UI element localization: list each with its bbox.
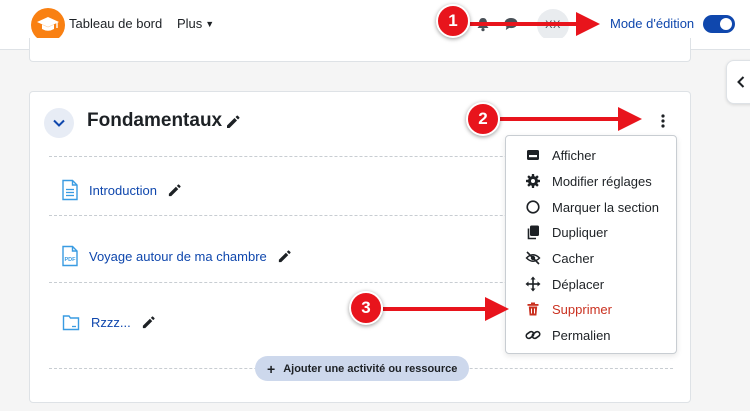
menu-item-label: Dupliquer <box>552 225 608 240</box>
kebab-menu-icon <box>661 114 665 128</box>
moodle-logo-icon[interactable] <box>31 8 65 42</box>
menu-item-label: Cacher <box>552 251 594 266</box>
bell-icon[interactable] <box>475 16 491 32</box>
display-icon <box>527 150 539 160</box>
activity-link[interactable]: Introduction <box>89 183 157 198</box>
add-activity-button[interactable]: + Ajouter une activité ou ressource <box>255 356 470 381</box>
previous-section-card <box>29 38 691 62</box>
menu-item-label: Modifier réglages <box>552 174 652 189</box>
activity-item[interactable]: Introduction <box>61 179 182 201</box>
menu-item-afficher[interactable]: Afficher <box>506 143 676 167</box>
eye-slash-icon <box>525 251 541 265</box>
menu-item-label: Marquer la section <box>552 200 659 215</box>
collapse-section-button[interactable] <box>44 108 74 138</box>
activity-link[interactable]: Voyage autour de ma chambre <box>89 249 267 264</box>
chevron-down-icon: ▼ <box>205 19 215 29</box>
chevron-down-icon <box>53 119 65 127</box>
menu-item-label: Permalien <box>552 328 611 343</box>
menu-item-deplacer[interactable]: Déplacer <box>506 272 676 296</box>
dashboard-link[interactable]: Tableau de bord <box>69 16 162 31</box>
add-activity-label: Ajouter une activité ou ressource <box>283 362 458 375</box>
svg-text:PDF: PDF <box>65 257 77 263</box>
move-icon <box>525 276 541 292</box>
page-icon <box>62 179 78 201</box>
menu-item-dupliquer[interactable]: Dupliquer <box>506 220 676 244</box>
open-drawer-button[interactable] <box>726 60 750 104</box>
edit-mode-toggle[interactable] <box>703 15 735 33</box>
link-icon <box>525 330 541 340</box>
menu-item-cacher[interactable]: Cacher <box>506 246 676 270</box>
edit-name-pencil-icon[interactable] <box>167 183 182 198</box>
activity-item[interactable]: Rzzz... <box>61 311 156 333</box>
edit-name-pencil-icon[interactable] <box>141 315 156 330</box>
edit-title-pencil-icon[interactable] <box>225 114 241 130</box>
more-menu[interactable]: Plus ▼ <box>177 16 214 31</box>
annotation-badge-3: 3 <box>349 291 383 325</box>
menu-item-supprimer[interactable]: Supprimer <box>506 297 676 321</box>
menu-item-permalien[interactable]: Permalien <box>506 323 676 347</box>
menu-item-modifier-reglages[interactable]: Modifier réglages <box>506 169 676 193</box>
user-avatar[interactable]: XX <box>537 9 569 41</box>
toggle-knob <box>720 18 732 30</box>
section-actions-dropdown: Afficher Modifier réglages Marquer la se… <box>505 135 677 354</box>
section-title: Fondamentaux <box>87 110 223 131</box>
menu-item-label: Déplacer <box>552 277 605 292</box>
annotation-badge-1: 1 <box>436 4 470 38</box>
more-menu-label: Plus <box>177 16 203 31</box>
menu-item-label: Afficher <box>552 148 596 163</box>
plus-icon: + <box>267 360 276 377</box>
edit-mode-label: Mode d'édition <box>610 16 695 31</box>
gear-icon <box>526 174 540 188</box>
trash-icon <box>527 302 539 316</box>
annotation-badge-2: 2 <box>466 102 500 136</box>
activity-item[interactable]: PDF Voyage autour de ma chambre <box>61 245 292 267</box>
folder-icon <box>62 315 80 331</box>
menu-item-marquer-section[interactable]: Marquer la section <box>506 195 676 219</box>
chat-icon[interactable] <box>503 16 519 32</box>
copy-icon <box>527 225 539 240</box>
section-actions-menu-button[interactable] <box>656 110 670 132</box>
edit-name-pencil-icon[interactable] <box>277 249 292 264</box>
circle-icon <box>526 200 540 214</box>
chevron-left-icon <box>737 76 745 88</box>
menu-item-label: Supprimer <box>552 302 612 317</box>
activity-link[interactable]: Rzzz... <box>91 315 131 330</box>
pdf-icon: PDF <box>62 245 78 267</box>
